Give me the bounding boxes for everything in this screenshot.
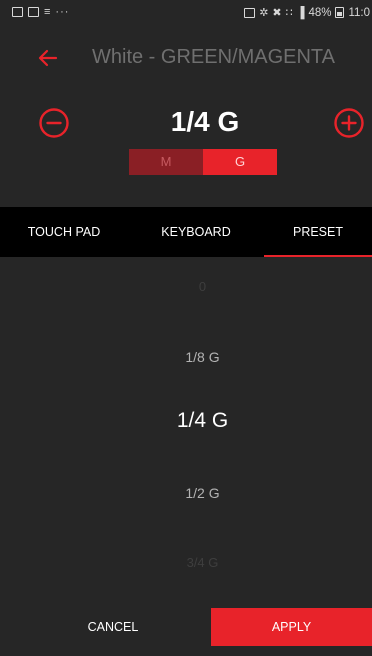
tab-preset[interactable]: PRESET	[264, 207, 372, 257]
tab-keyboard-label: KEYBOARD	[161, 225, 231, 239]
page-title: White - GREEN/MAGENTA	[92, 46, 335, 68]
screen: ≡ ··· ✲ ✖ ∷ ▐ 48% 11:0 White - GREEN/MAG…	[0, 0, 372, 656]
tab-keyboard[interactable]: KEYBOARD	[128, 207, 264, 257]
picker-item[interactable]: 1/2 G	[0, 485, 372, 501]
alarm-icon	[244, 7, 256, 18]
decrease-button[interactable]	[38, 107, 70, 139]
battery-icon	[335, 7, 345, 18]
apply-button[interactable]: APPLY	[211, 608, 372, 646]
cancel-button[interactable]: CANCEL	[20, 609, 206, 645]
mute-icon: ✖	[272, 7, 282, 19]
tab-touch-pad-label: TOUCH PAD	[27, 225, 101, 239]
preset-picker[interactable]: 0 1/8 G 1/4 G 1/2 G 3/4 G	[0, 257, 372, 597]
current-value: 1/4 G	[170, 106, 240, 137]
tab-bar: TOUCH PAD KEYBOARD PRESET	[0, 207, 372, 257]
status-bar: ≡ ··· ✲ ✖ ∷ ▐ 48% 11:0	[0, 0, 372, 28]
picker-item[interactable]: 1/8 G	[0, 349, 372, 365]
increase-button[interactable]	[333, 107, 365, 139]
picker-item-selected[interactable]: 1/4 G	[0, 409, 372, 433]
signal-bars-icon: ≡	[44, 6, 51, 18]
clock: 11:0	[348, 6, 370, 19]
mail-icon	[28, 7, 39, 17]
bluetooth-icon: ✲	[259, 7, 269, 19]
gallery-icon	[12, 7, 23, 17]
battery-percent: 48%	[308, 6, 332, 19]
tab-preset-label: PRESET	[292, 225, 343, 239]
back-button[interactable]	[36, 46, 60, 70]
toggle-green[interactable]: G	[203, 149, 277, 175]
app-header: White - GREEN/MAGENTA	[0, 28, 372, 90]
plus-circle-icon	[334, 108, 364, 138]
tab-touch-pad[interactable]: TOUCH PAD	[0, 207, 128, 257]
toggle-magenta[interactable]: M	[129, 149, 203, 175]
minus-circle-icon	[39, 108, 69, 138]
picker-item[interactable]: 3/4 G	[0, 555, 372, 570]
arrow-left-icon	[38, 49, 58, 67]
status-right: ✲ ✖ ∷ ▐ 48% 11:0	[244, 6, 370, 19]
magenta-green-toggle: M G	[129, 149, 277, 175]
status-left: ≡ ···	[12, 6, 69, 18]
picker-item[interactable]: 0	[0, 279, 372, 294]
cell-signal-icon: ▐	[296, 6, 305, 19]
wifi-icon: ∷	[285, 7, 293, 19]
overflow-dots-icon: ···	[55, 6, 70, 18]
